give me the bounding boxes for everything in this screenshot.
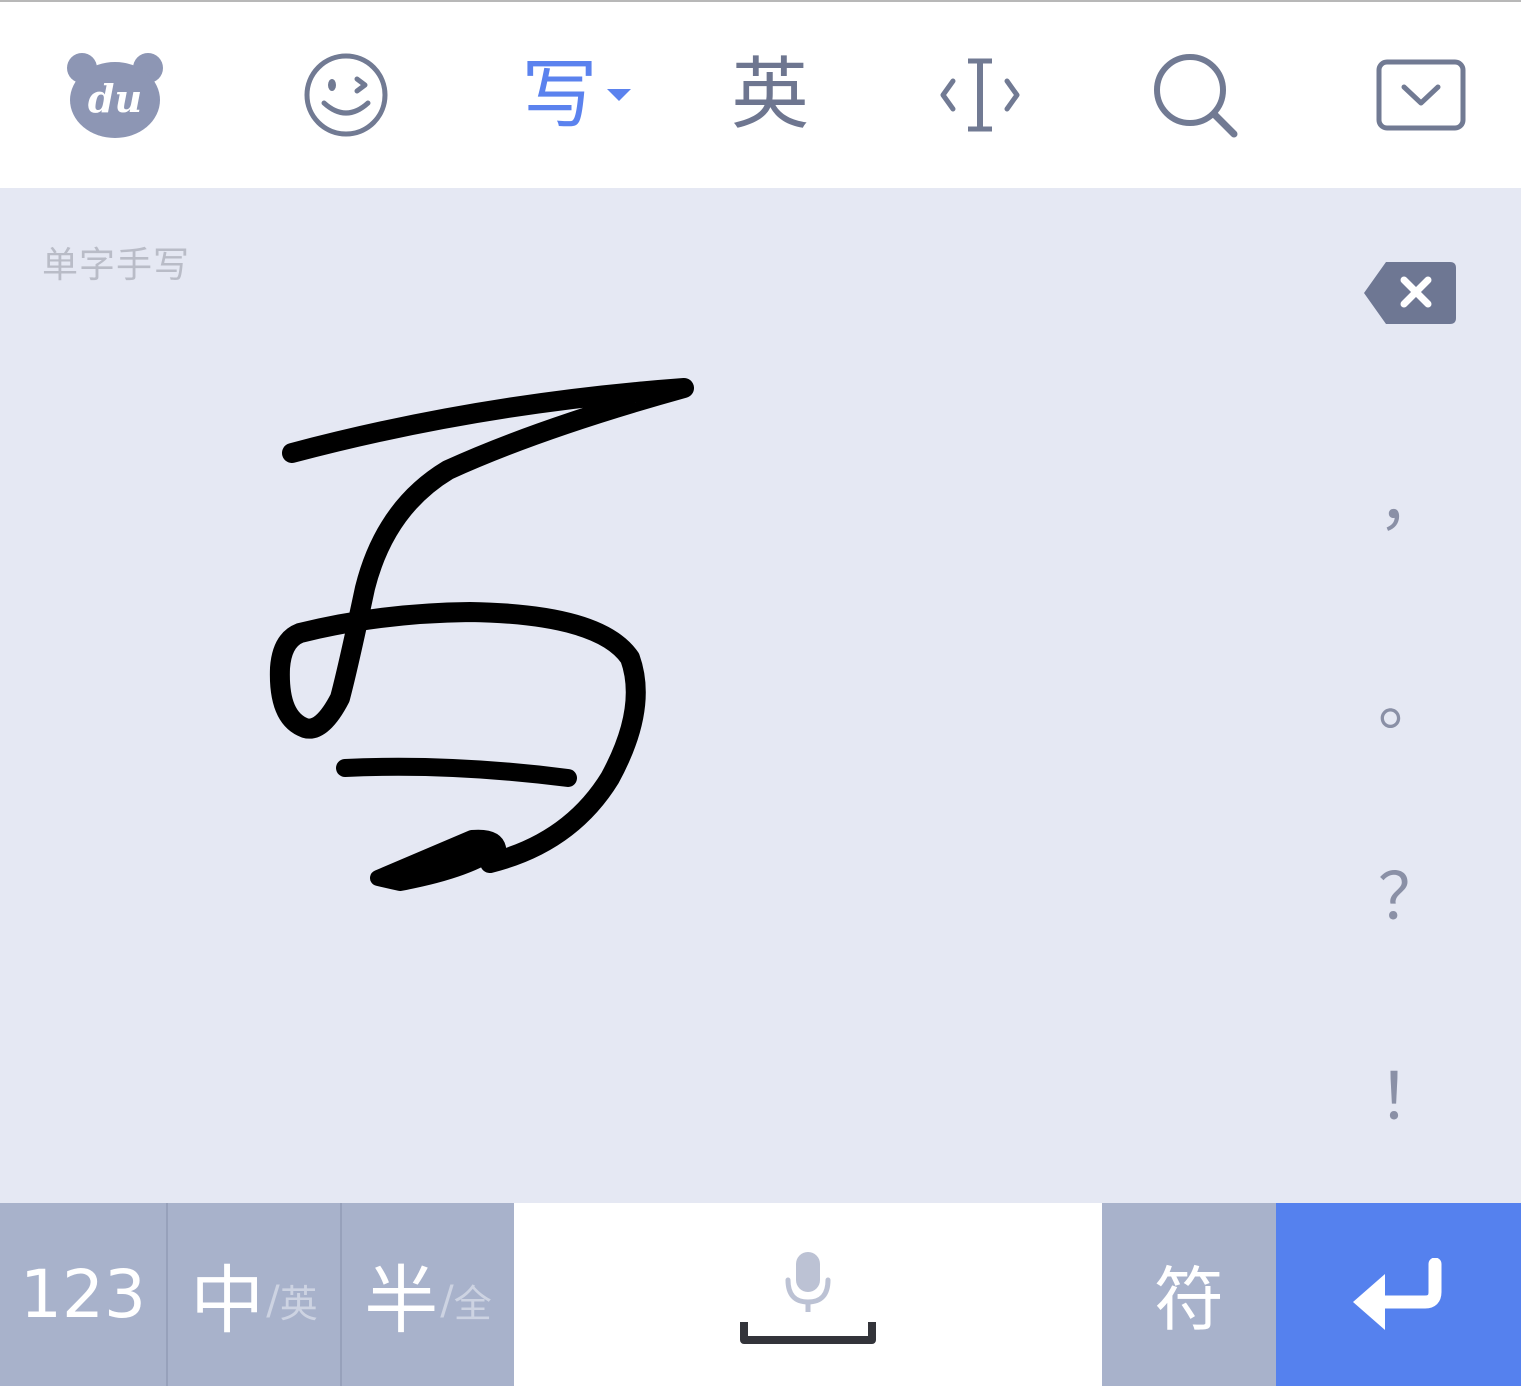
question-key[interactable]: ？: [1330, 843, 1490, 953]
full-width-sub-label: 全: [453, 1282, 492, 1326]
lang-slash: /: [266, 1277, 280, 1324]
du-logo-button[interactable]: du: [50, 2, 180, 188]
enter-key[interactable]: [1276, 1203, 1521, 1386]
hide-keyboard-icon: [1376, 59, 1466, 131]
question-label: ？: [1378, 861, 1442, 935]
punctuation-column: ， 。 ？ ！: [1330, 188, 1490, 1203]
backspace-icon: [1364, 262, 1456, 324]
half-width-label: 半: [364, 1258, 439, 1344]
hide-keyboard-button[interactable]: [1365, 2, 1477, 188]
search-button[interactable]: [1140, 2, 1250, 188]
handwritten-strokes: [269, 378, 694, 891]
chinese-english-toggle-key[interactable]: 中 / 英: [166, 1203, 340, 1386]
keyboard-toolbar: du 写 英: [0, 2, 1521, 188]
comma-key[interactable]: ，: [1330, 448, 1490, 558]
chinese-label: 中: [190, 1258, 265, 1344]
symbols-label: 符: [1154, 1259, 1224, 1341]
width-slash: /: [440, 1277, 454, 1324]
stroke-2: [336, 757, 577, 787]
cursor-move-icon: [940, 58, 1020, 132]
english-sub-label: 英: [279, 1282, 318, 1326]
dropdown-triangle-icon: [606, 89, 631, 101]
handwriting-mode-button[interactable]: 写: [505, 2, 650, 188]
delete-button[interactable]: [1330, 248, 1490, 338]
search-icon: [1154, 54, 1238, 138]
numbers-key[interactable]: 123: [0, 1203, 166, 1386]
numbers-label: 123: [20, 1256, 146, 1333]
symbols-key[interactable]: 符: [1102, 1203, 1276, 1386]
handwriting-mode-label: 写: [521, 50, 598, 139]
svg-text:du: du: [88, 76, 142, 121]
comma-label: ，: [1378, 466, 1442, 540]
period-key[interactable]: 。: [1330, 648, 1490, 758]
return-arrow-icon: [1352, 1257, 1441, 1330]
microphone-icon: [785, 1251, 831, 1312]
space-bar-icon: [740, 1321, 876, 1344]
stroke-1: [269, 378, 694, 873]
space-voice-key[interactable]: [514, 1203, 1102, 1386]
bottom-key-row: 123 中 / 英 半 / 全 符: [0, 1203, 1521, 1386]
emoji-button[interactable]: [290, 2, 402, 188]
du-bear-logo-icon: du: [67, 53, 163, 138]
cursor-move-button[interactable]: [925, 2, 1035, 188]
stroke-3: [370, 829, 506, 891]
english-mode-label: 英: [730, 50, 809, 140]
exclamation-label: ！: [1378, 1061, 1442, 1135]
half-full-width-toggle-key[interactable]: 半 / 全: [340, 1203, 514, 1386]
wink-emoji-icon: [304, 53, 388, 137]
period-label: 。: [1378, 666, 1442, 740]
english-mode-button[interactable]: 英: [715, 2, 825, 188]
exclamation-key[interactable]: ！: [1330, 1043, 1490, 1153]
handwriting-pad[interactable]: 单字手写 ， 。 ？ ！: [0, 188, 1521, 1203]
